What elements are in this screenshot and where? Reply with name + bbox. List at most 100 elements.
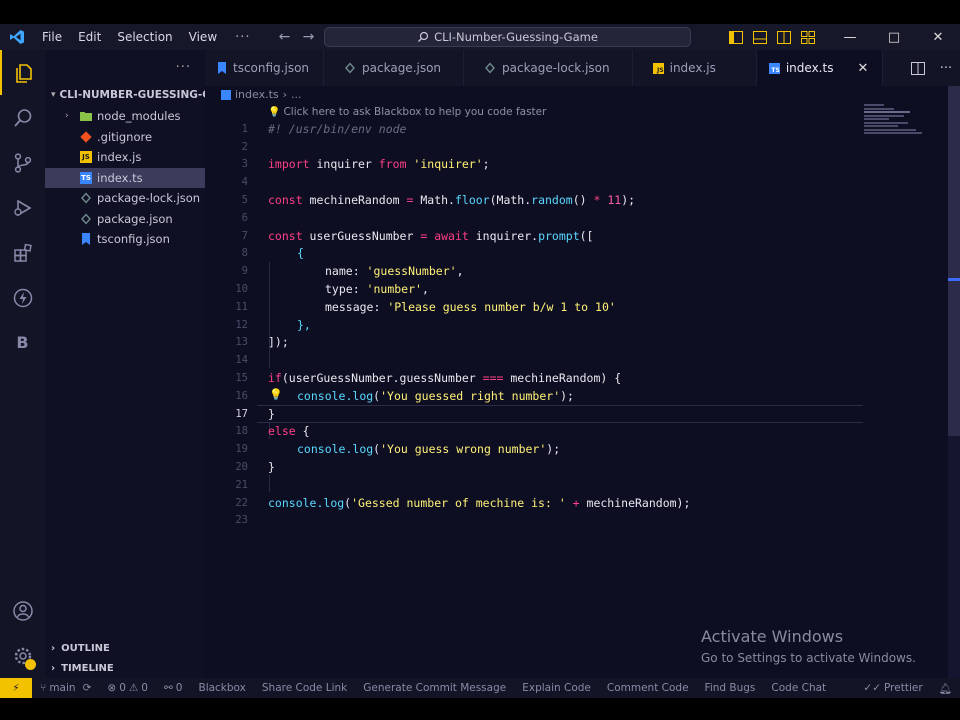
minimize-window-button[interactable]: — xyxy=(828,24,872,50)
toggle-primary-sidebar-icon[interactable] xyxy=(724,24,748,50)
search-icon[interactable] xyxy=(0,95,45,140)
timeline-label: TIMELINE xyxy=(61,662,114,674)
more-actions-icon[interactable]: ··· xyxy=(932,61,960,76)
explain-code-button[interactable]: Explain Code xyxy=(514,682,599,694)
code-token: ); xyxy=(546,442,561,457)
share-code-link-button[interactable]: Share Code Link xyxy=(254,682,355,694)
find-bugs-button[interactable]: Find Bugs xyxy=(697,682,764,694)
code-chat-button[interactable]: Code Chat xyxy=(763,682,834,694)
menu-file[interactable]: File xyxy=(34,24,70,50)
toggle-secondary-sidebar-icon[interactable] xyxy=(772,24,796,50)
outline-section[interactable]: › OUTLINE xyxy=(45,638,205,658)
file-tree-item[interactable]: package-lock.json xyxy=(45,188,205,209)
account-icon[interactable] xyxy=(0,588,45,633)
blackbox-icon[interactable]: B xyxy=(0,320,45,365)
file-tree-item[interactable]: JS index.js xyxy=(45,147,205,168)
tab-package-lock-json[interactable]: package-lock.json xyxy=(464,50,633,86)
tab-index-js[interactable]: JS index.js xyxy=(633,50,757,86)
code-token: { xyxy=(295,424,310,439)
remote-indicator-icon[interactable]: ⚡ xyxy=(0,678,32,698)
line-number: 7 xyxy=(241,229,248,242)
breadcrumb-file[interactable]: index.ts xyxy=(235,88,279,101)
customize-layout-icon[interactable] xyxy=(796,24,820,50)
code-token: from xyxy=(378,157,407,172)
warning-count: 0 xyxy=(141,682,148,694)
tab-package-json[interactable]: package.json xyxy=(324,50,465,86)
problems-status[interactable]: ⊗ 0 ⚠ 0 xyxy=(99,682,156,694)
git-icon xyxy=(80,131,92,143)
generate-commit-message-button[interactable]: Generate Commit Message xyxy=(355,682,514,694)
split-editor-icon[interactable] xyxy=(904,61,932,75)
json-file-icon xyxy=(80,213,92,225)
tab-index-ts[interactable]: TS index.ts ✕ xyxy=(756,50,884,86)
notifications-bell-icon[interactable]: 🔔︎ xyxy=(931,682,960,695)
explorer-more-actions[interactable]: ··· xyxy=(45,50,205,84)
code-editor[interactable]: index.ts › ... 💡 Click here to ask Black… xyxy=(205,86,960,678)
forward-arrow-icon[interactable]: → xyxy=(297,29,321,45)
minimap[interactable] xyxy=(864,104,924,148)
line-number: 2 xyxy=(241,140,248,153)
explorer-icon[interactable] xyxy=(0,50,45,95)
more-menu-icon[interactable]: ··· xyxy=(225,30,260,45)
chevron-right-icon: › xyxy=(51,662,56,674)
menu-edit[interactable]: Edit xyxy=(70,24,109,50)
json-file-icon xyxy=(485,62,495,74)
tab-tsconfig[interactable]: tsconfig.json xyxy=(205,50,325,86)
tab-label: package-lock.json xyxy=(502,61,610,75)
code-token: console. xyxy=(297,442,353,457)
vertical-scrollbar[interactable] xyxy=(948,86,960,678)
folder-icon xyxy=(80,110,92,122)
code-token: if xyxy=(268,371,282,386)
close-tab-icon[interactable]: ✕ xyxy=(857,61,868,76)
blackbox-status[interactable]: Blackbox xyxy=(190,682,253,694)
code-token: 'Gessed number of mechine is: ' xyxy=(351,495,566,510)
maximize-window-button[interactable]: □ xyxy=(872,24,916,50)
file-tree-item[interactable]: .gitignore xyxy=(45,127,205,148)
close-window-button[interactable]: ✕ xyxy=(916,24,960,50)
breadcrumb-rest[interactable]: ... xyxy=(291,88,302,101)
menu-view[interactable]: View xyxy=(181,24,225,50)
blackbox-hint[interactable]: 💡 Click here to ask Blackbox to help you… xyxy=(268,106,546,118)
run-and-debug-icon[interactable] xyxy=(0,185,45,230)
code-area[interactable]: 1 #! /usr/bin/env node 2 3 import inquirer… xyxy=(205,120,875,529)
file-tree-item[interactable]: package.json xyxy=(45,209,205,230)
code-token: }, xyxy=(297,317,311,332)
explorer-root-folder[interactable]: ▾ CLI-NUMBER-GUESSING-G... xyxy=(45,84,205,106)
code-token: const xyxy=(268,193,303,208)
code-token: 'number' xyxy=(366,282,422,297)
ports-status[interactable]: ⚯ 0 xyxy=(156,682,191,694)
file-tree-item[interactable]: › node_modules xyxy=(45,106,205,127)
manage-gear-icon[interactable] xyxy=(0,633,45,678)
extensions-icon[interactable] xyxy=(0,230,45,275)
code-token: else xyxy=(268,424,296,439)
ports-count: 0 xyxy=(175,682,183,694)
file-tree-label: tsconfig.json xyxy=(97,232,170,247)
toggle-panel-icon[interactable] xyxy=(748,24,772,50)
scrollbar-thumb[interactable] xyxy=(948,86,960,436)
menu-selection[interactable]: Selection xyxy=(109,24,180,50)
code-token: (Math. xyxy=(489,193,532,208)
comment-code-button[interactable]: Comment Code xyxy=(599,682,697,694)
command-center-search[interactable]: CLI-Number-Guessing-Game xyxy=(324,27,691,47)
branch-status[interactable]: ⑂ main ⟳ xyxy=(32,682,99,694)
code-token: ]); xyxy=(268,335,289,350)
code-token: message: xyxy=(325,299,388,314)
code-line: 19 console.log('You guess wrong number'); xyxy=(205,440,875,458)
command-center-text: CLI-Number-Guessing-Game xyxy=(434,30,598,44)
lightbulb-icon[interactable]: 💡 xyxy=(269,388,283,401)
code-token: console. xyxy=(268,495,324,510)
file-tree-item-selected[interactable]: TS index.ts xyxy=(45,167,205,188)
current-line-highlight xyxy=(257,404,863,423)
code-line: 18 else { xyxy=(205,423,875,441)
tsconfig-file-icon xyxy=(80,233,92,246)
timeline-section[interactable]: › TIMELINE xyxy=(45,658,205,678)
code-token: mechineRandom xyxy=(302,193,407,208)
lightning-icon[interactable] xyxy=(0,275,45,320)
code-token: === xyxy=(482,371,504,386)
file-tree-item[interactable]: tsconfig.json xyxy=(45,229,205,250)
code-line: 9 name: 'guessNumber', xyxy=(205,262,875,280)
source-control-icon[interactable] xyxy=(0,140,45,185)
javascript-file-icon: JS xyxy=(652,62,664,74)
back-arrow-icon[interactable]: ← xyxy=(273,29,297,45)
prettier-status[interactable]: ✓✓ Prettier xyxy=(855,682,930,694)
